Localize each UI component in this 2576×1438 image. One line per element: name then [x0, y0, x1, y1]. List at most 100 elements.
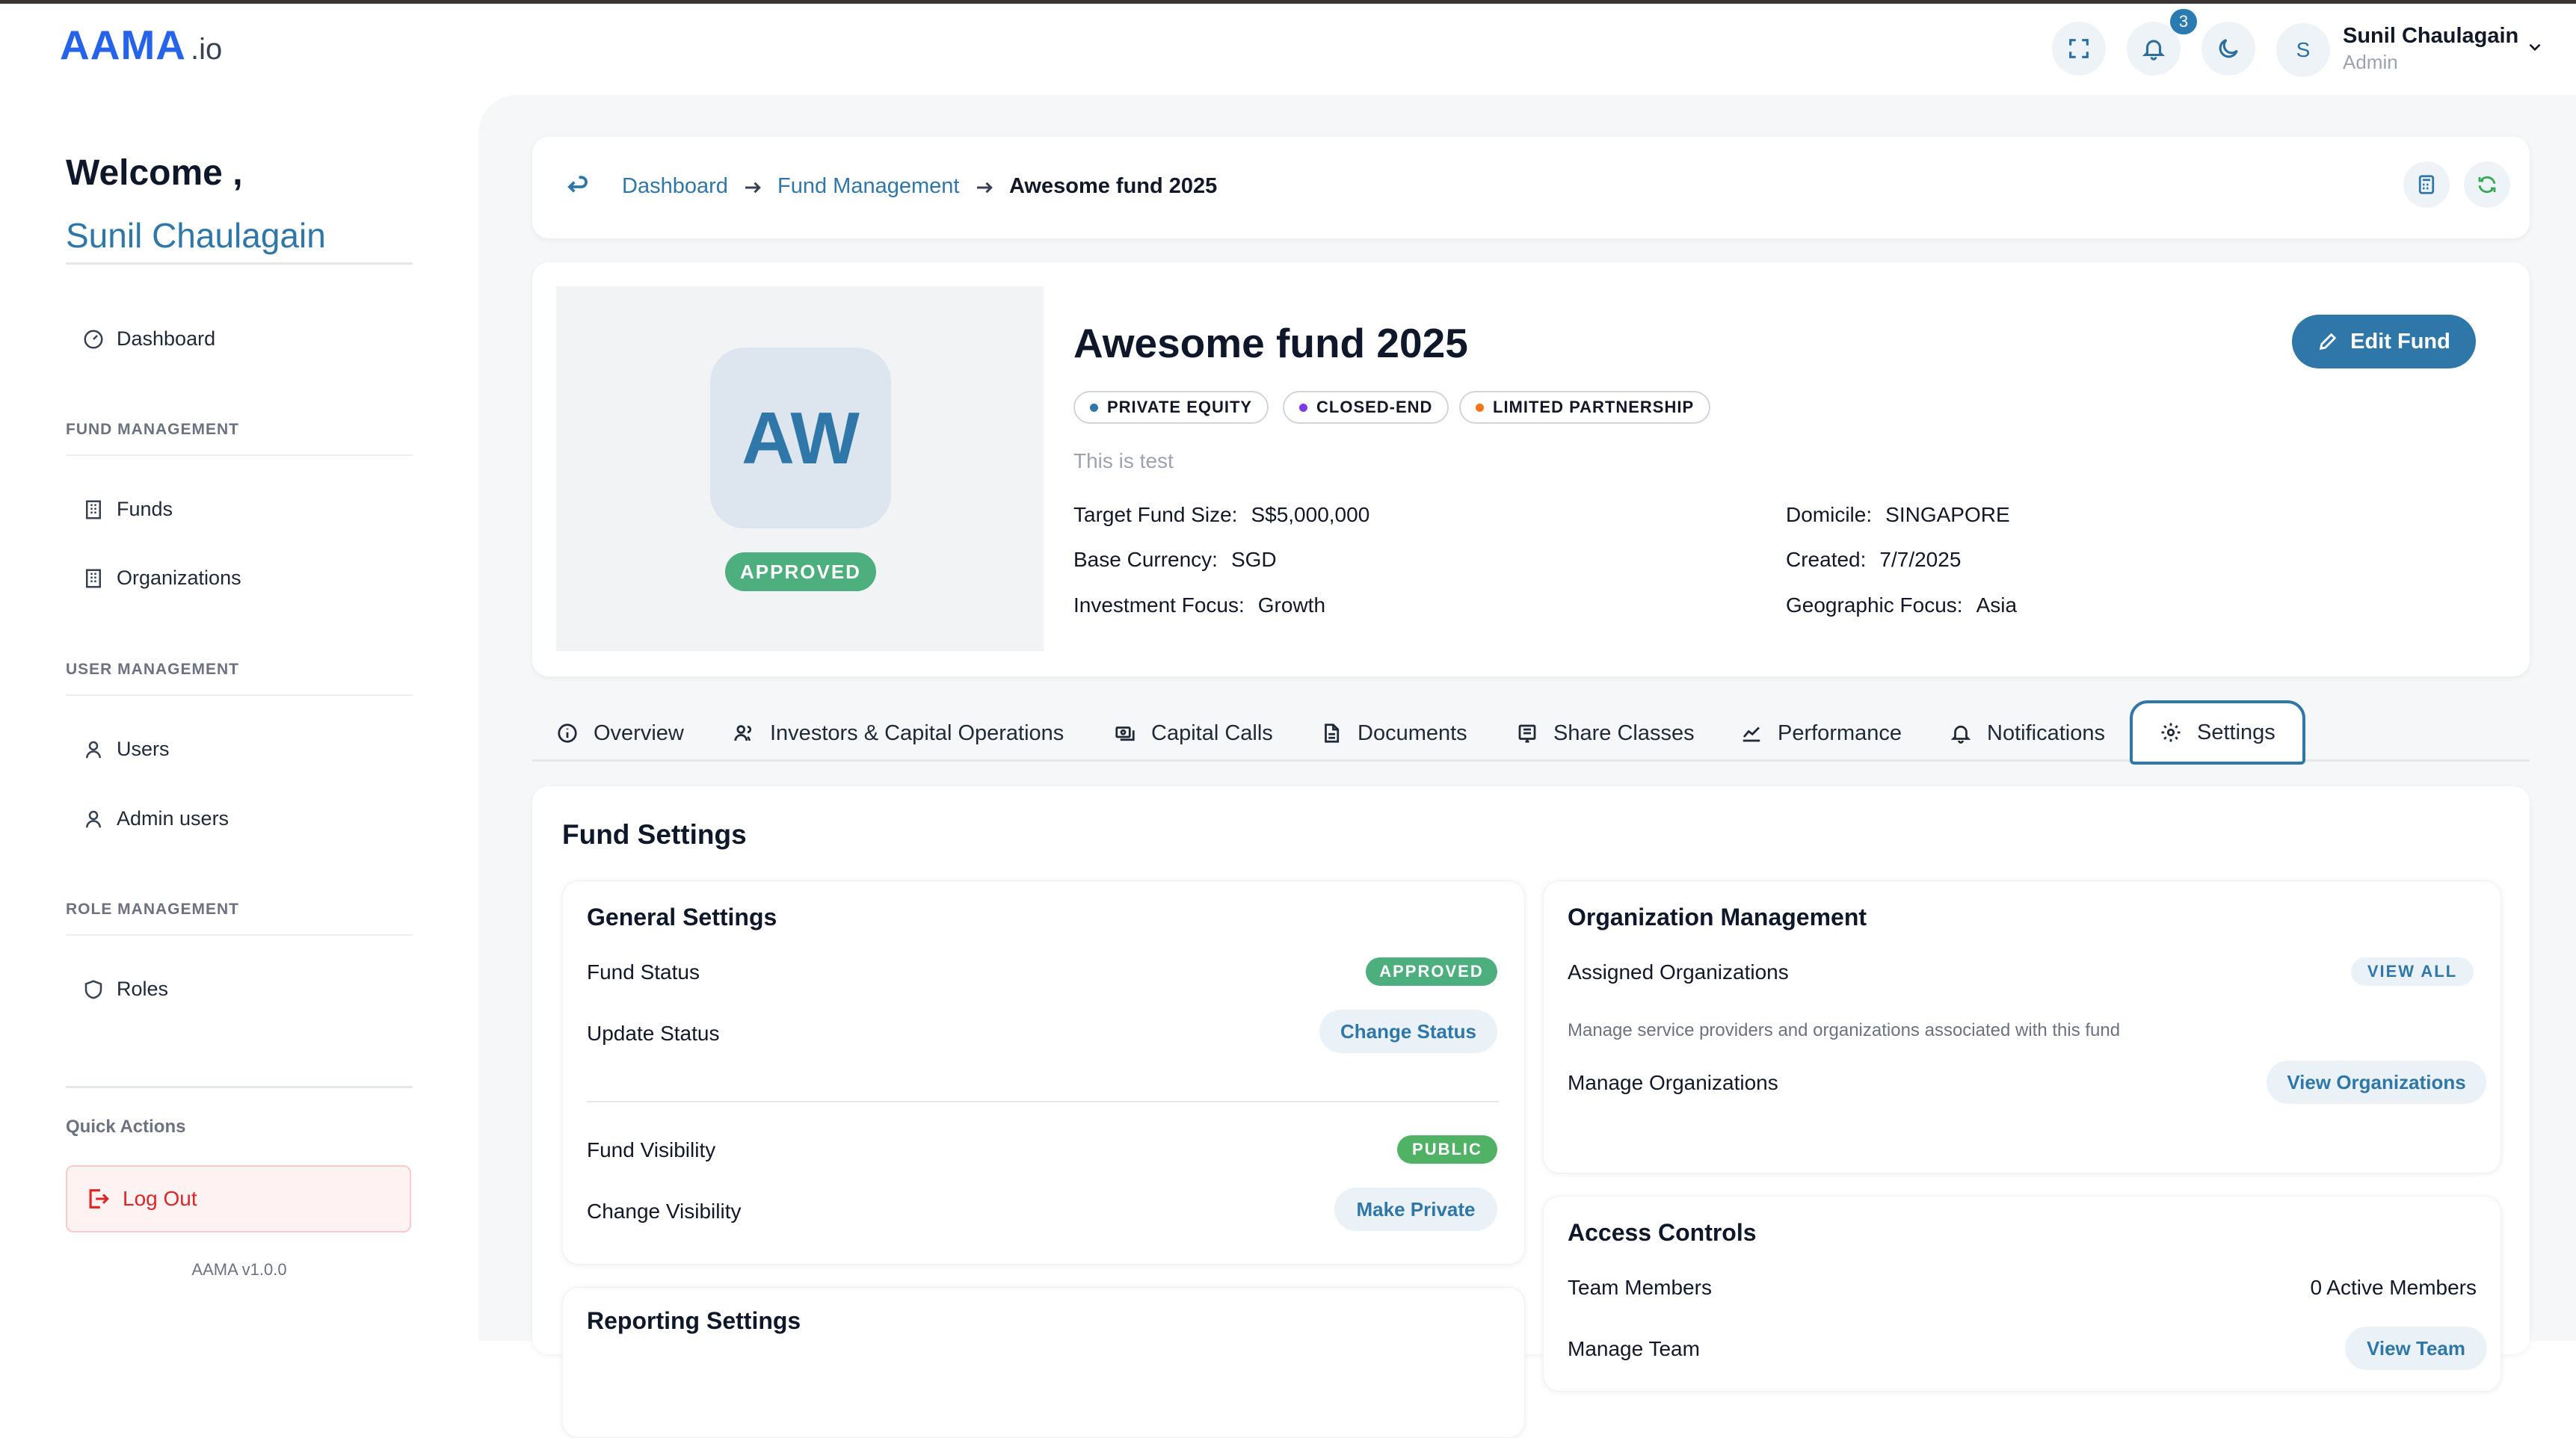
fund-status-badge: APPROVED	[1366, 957, 1497, 986]
app-version: AAMA v1.0.0	[191, 1260, 287, 1279]
chevron-down-icon[interactable]	[2525, 37, 2545, 57]
refresh-button[interactable]	[2464, 161, 2510, 208]
logo-suffix: .io	[190, 33, 223, 66]
fullscreen-icon	[2069, 39, 2089, 58]
users-icon	[734, 725, 752, 741]
theme-toggle-button[interactable]	[2201, 22, 2255, 75]
fund-title: Awesome fund 2025	[1073, 320, 1468, 366]
fund-detail-base-currency: Base Currency: SGD	[1073, 548, 1277, 572]
tab-share-classes[interactable]: Share Classes	[1516, 718, 1695, 749]
receipt-icon	[1518, 724, 1536, 743]
fund-detail-target-size: Target Fund Size: S$5,000,000	[1073, 503, 1369, 527]
quick-actions-heading: Quick Actions	[66, 1117, 186, 1137]
welcome-user-name: Sunil Chaulagain	[66, 216, 326, 255]
detail-value: Asia	[1976, 593, 2018, 617]
fund-status-badge: APPROVED	[725, 552, 876, 591]
change-visibility-label: Change Visibility	[587, 1200, 742, 1223]
fullscreen-button[interactable]	[2052, 22, 2106, 75]
detail-label: Base Currency:	[1073, 548, 1218, 571]
refresh-icon	[2478, 176, 2496, 194]
tab-settings[interactable]: Settings	[2130, 700, 2305, 765]
assigned-organizations-label: Assigned Organizations	[1568, 960, 1789, 984]
logo-text: AAMA	[60, 22, 186, 68]
sidebar-item-users[interactable]: Users	[82, 738, 170, 761]
sidebar-section-role-management: ROLE MANAGEMENT	[66, 901, 239, 918]
manage-organizations-label: Manage Organizations	[1568, 1071, 1778, 1094]
fund-status-label: Fund Status	[587, 960, 700, 984]
tab-label: Share Classes	[1553, 720, 1695, 745]
user-name[interactable]: Sunil Chaulagain	[2343, 24, 2518, 49]
sidebar-section-user-management: USER MANAGEMENT	[66, 661, 240, 678]
tab-overview[interactable]: Overview	[556, 718, 684, 749]
tag-dot	[1476, 403, 1484, 412]
update-status-label: Update Status	[587, 1022, 720, 1045]
detail-value: 7/7/2025	[1879, 548, 1962, 571]
edit-fund-button[interactable]: Edit Fund	[2292, 315, 2476, 368]
tab-label: Performance	[1778, 720, 1902, 745]
arrow-right-icon	[977, 182, 993, 194]
general-settings-panel: General Settings Fund Status APPROVED Up…	[562, 880, 1525, 1265]
sidebar-item-roles[interactable]: Roles	[82, 978, 168, 1001]
access-controls-panel: Access Controls Team Members 0 Active Me…	[1543, 1196, 2501, 1392]
fund-detail-investment-focus: Investment Focus: Growth	[1073, 593, 1325, 617]
breadcrumb-fund-management[interactable]: Fund Management	[777, 174, 959, 199]
sidebar-item-dashboard[interactable]: Dashboard	[82, 327, 215, 351]
arrow-right-icon	[745, 182, 761, 194]
tag-dot	[1090, 403, 1098, 412]
make-private-button[interactable]: Make Private	[1334, 1188, 1497, 1231]
sidebar-item-label: Funds	[117, 498, 173, 520]
fund-visibility-label: Fund Visibility	[587, 1138, 716, 1161]
document-icon	[1325, 723, 1340, 743]
sidebar-divider	[66, 454, 413, 456]
sidebar-divider	[66, 1086, 413, 1088]
detail-value: SGD	[1230, 548, 1277, 571]
window-top-border	[0, 0, 2576, 4]
detail-label: Geographic Focus:	[1786, 593, 1963, 617]
tag-label: LIMITED PARTNERSHIP	[1493, 398, 1695, 416]
cash-icon	[1115, 726, 1135, 741]
detail-label: Investment Focus:	[1073, 593, 1245, 617]
moon-icon	[2219, 39, 2238, 58]
view-organizations-button[interactable]: View Organizations	[2267, 1061, 2486, 1104]
sidebar-item-organizations[interactable]: Organizations	[82, 567, 241, 590]
tab-label: Overview	[594, 720, 684, 745]
detail-value: Growth	[1257, 593, 1326, 617]
tab-notifications[interactable]: Notifications	[1950, 718, 2105, 749]
tab-performance[interactable]: Performance	[1740, 718, 1902, 749]
back-arrow-icon[interactable]	[564, 173, 592, 201]
breadcrumb-dashboard[interactable]: Dashboard	[622, 174, 728, 199]
pencil-icon	[2320, 333, 2337, 351]
panel-title: Organization Management	[1568, 904, 1867, 931]
shield-icon	[84, 979, 102, 999]
detail-value: SINGAPORE	[1885, 503, 2010, 526]
user-role: Admin	[2343, 51, 2398, 73]
detail-label: Target Fund Size:	[1073, 503, 1238, 526]
tag-dot	[1299, 403, 1307, 412]
user-avatar[interactable]: S	[2276, 23, 2330, 77]
panel-divider	[587, 1101, 1499, 1102]
change-status-button[interactable]: Change Status	[1319, 1010, 1497, 1053]
panel-title: Reporting Settings	[587, 1307, 801, 1334]
sidebar-item-label: Users	[117, 738, 170, 760]
info-icon	[558, 723, 577, 743]
bell-icon	[2142, 40, 2166, 61]
fund-avatar: AW	[710, 348, 891, 528]
building-icon	[86, 569, 101, 587]
view-team-button[interactable]: View Team	[2345, 1327, 2487, 1370]
calculator-button[interactable]	[2403, 161, 2450, 208]
app-logo[interactable]: AAMA .io	[60, 21, 222, 69]
welcome-divider	[66, 262, 413, 265]
welcome-heading: Welcome ,	[66, 153, 243, 193]
calculator-icon	[2418, 175, 2435, 194]
logout-icon	[89, 1189, 109, 1209]
gauge-icon	[84, 330, 103, 348]
sidebar-item-label: Admin users	[117, 807, 229, 830]
logout-button[interactable]: Log Out	[66, 1165, 411, 1232]
tab-capital-calls[interactable]: Capital Calls	[1114, 718, 1273, 749]
tab-investors[interactable]: Investors & Capital Operations	[733, 718, 1064, 749]
sidebar-item-funds[interactable]: Funds	[82, 498, 173, 521]
fund-settings-card: Fund Settings General Settings Fund Stat…	[532, 786, 2530, 1438]
sidebar-item-admin-users[interactable]: Admin users	[82, 807, 229, 830]
view-all-organizations-button[interactable]: VIEW ALL	[2351, 957, 2474, 986]
tab-documents[interactable]: Documents	[1320, 718, 1467, 749]
